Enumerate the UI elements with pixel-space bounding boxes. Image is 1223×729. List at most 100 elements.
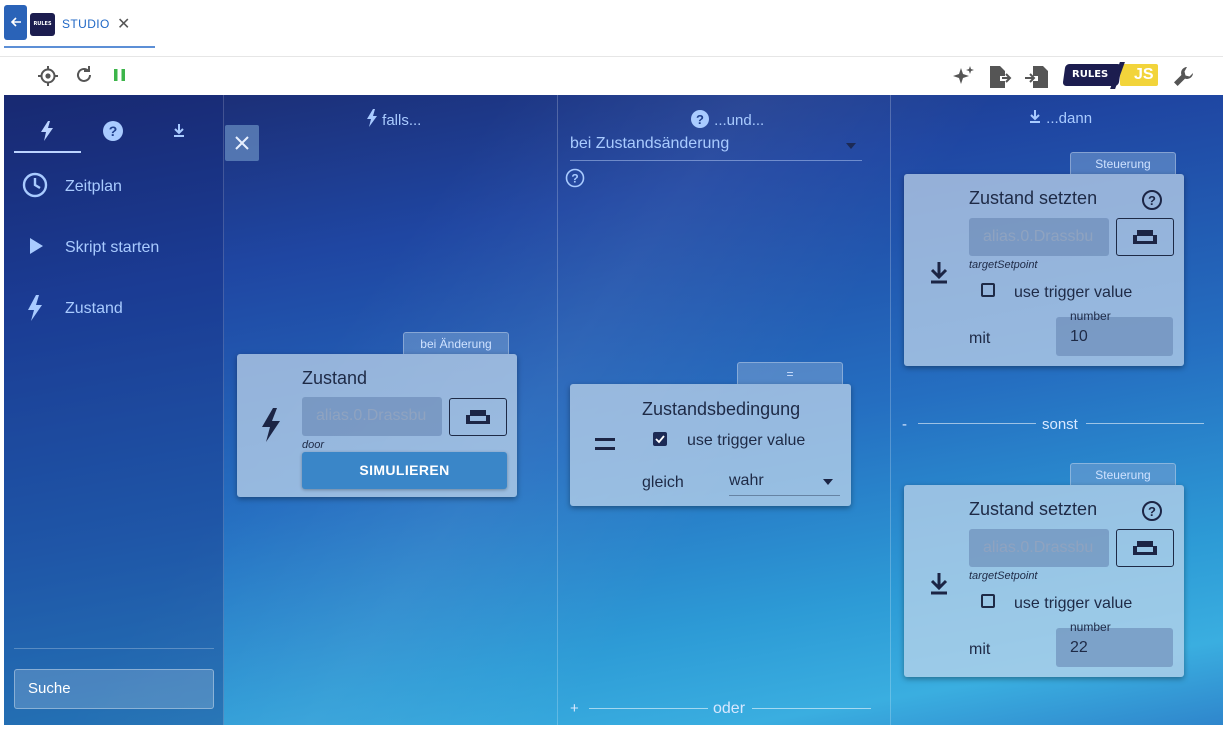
object-caption: targetSetpoint [969, 570, 1038, 582]
crosshair-icon[interactable] [37, 65, 59, 87]
lightning-icon [41, 121, 53, 141]
column-header-falls: falls... [366, 109, 421, 129]
rule-editor: ? Zeitplan Skript starten Zustand Suche … [4, 95, 1223, 725]
with-label: mit [969, 641, 991, 658]
object-id-input[interactable]: alias.0.Drassbu [969, 218, 1109, 256]
action-category-badge[interactable]: Steuerung [1070, 152, 1176, 174]
number-caption: number [1070, 309, 1111, 323]
back-button[interactable] [4, 5, 27, 40]
object-id-input[interactable]: alias.0.Drassbu [969, 529, 1109, 567]
svg-text:?: ? [696, 112, 704, 127]
rules-js-logo: RULES JS [1060, 62, 1160, 89]
condition-card: Zustandsbedingung use trigger value glei… [570, 384, 851, 506]
trigger-select-value: bei Zustandsänderung [570, 135, 730, 152]
card-title: Zustandsbedingung [642, 399, 801, 419]
card-title: Zustand setzten [969, 188, 1098, 208]
sparkle-icon[interactable] [952, 65, 976, 87]
lightning-icon [28, 295, 42, 321]
download-arrow-icon [930, 262, 948, 284]
clock-icon [22, 172, 48, 198]
sidebar-item-label: Zeitplan [65, 178, 122, 195]
block-palette-sidebar: ? Zeitplan Skript starten Zustand Suche [4, 95, 224, 725]
search-input[interactable]: Suche [14, 669, 214, 709]
column-header-label: ...dann [1046, 110, 1093, 127]
select-object-button[interactable] [1116, 218, 1174, 256]
refresh-icon[interactable] [74, 65, 94, 85]
compare-label: gleich [642, 474, 684, 491]
compare-value-select[interactable]: wahr [729, 464, 840, 496]
sidebar-divider [14, 648, 214, 649]
rules-logo-text: RULES [1072, 69, 1109, 80]
js-logo-text: JS [1134, 66, 1154, 83]
with-label: mit [969, 330, 991, 347]
use-trigger-checkbox[interactable] [653, 432, 667, 446]
sidebar-item-zeitplan[interactable]: Zeitplan [22, 172, 212, 202]
trigger-card-zustand: Zustand alias.0.Drassbu door SIMULIEREN [237, 354, 517, 497]
sidebar-item-skript-starten[interactable]: Skript starten [22, 233, 212, 263]
tab-actions[interactable] [146, 117, 212, 153]
tab-studio[interactable]: STUDIO [62, 17, 110, 31]
sofa-icon [466, 410, 490, 424]
object-caption: targetSetpoint [969, 259, 1038, 271]
column-header-dann: ...dann [1028, 109, 1092, 127]
pause-icon[interactable] [113, 65, 127, 85]
select-object-button[interactable] [449, 398, 507, 436]
select-object-button[interactable] [1116, 529, 1174, 567]
chevron-down-icon [846, 143, 856, 149]
tab-triggers[interactable] [14, 117, 80, 153]
card-title: Zustand setzten [969, 499, 1098, 519]
svg-text:?: ? [109, 123, 118, 139]
arrow-left-icon [10, 17, 21, 27]
export-icon[interactable] [988, 65, 1014, 89]
download-arrow-icon [930, 573, 948, 595]
sidebar-item-label: Skript starten [65, 239, 160, 256]
column-header-label: falls... [382, 112, 422, 129]
action-category-badge[interactable]: Steuerung [1070, 463, 1176, 485]
sidebar-item-label: Zustand [65, 300, 123, 317]
action-card-set-state: Zustand setzten ? alias.0.Drassbu target… [904, 485, 1184, 677]
trigger-select[interactable]: bei Zustandsänderung [570, 131, 862, 161]
help-outline-icon[interactable]: ? [1141, 189, 1163, 211]
active-side-tab-indicator [14, 151, 81, 153]
object-id-input[interactable]: alias.0.Drassbu [302, 397, 442, 436]
download-arrow-icon [174, 124, 184, 137]
tab-conditions[interactable]: ? [80, 117, 146, 153]
download-arrow-icon [1030, 110, 1040, 123]
active-tab-indicator [4, 46, 155, 48]
else-label: sonst [1042, 416, 1078, 433]
tab-close-button[interactable]: ✕ [117, 14, 130, 34]
remove-else-button[interactable]: - [902, 416, 907, 433]
import-icon[interactable] [1024, 65, 1050, 89]
use-trigger-checkbox[interactable] [981, 283, 995, 297]
svg-text:?: ? [1148, 193, 1156, 208]
help-circle-icon: ? [103, 121, 123, 141]
or-divider-line [589, 708, 708, 709]
add-or-button[interactable]: + [570, 700, 579, 717]
close-palette-button[interactable] [225, 125, 259, 161]
help-circle-icon: ? [691, 110, 709, 128]
sofa-icon [1133, 541, 1157, 555]
card-title: Zustand [302, 368, 368, 388]
object-caption: door [302, 439, 325, 451]
help-outline-icon[interactable]: ? [565, 168, 585, 188]
column-header-und: ? ...und... [690, 109, 764, 129]
wrench-icon[interactable] [1172, 65, 1196, 89]
equals-icon [595, 438, 615, 450]
chevron-down-icon [823, 479, 833, 485]
sofa-icon [1133, 230, 1157, 244]
use-trigger-label: use trigger value [1014, 595, 1133, 612]
condition-operator-badge[interactable]: = [737, 362, 843, 384]
rules-logo-icon: RULES [30, 13, 55, 36]
svg-text:?: ? [1148, 504, 1156, 519]
use-trigger-checkbox[interactable] [981, 594, 995, 608]
compare-value: wahr [729, 472, 764, 489]
else-divider-line [918, 423, 1036, 424]
trigger-mode-badge[interactable]: bei Änderung [403, 332, 509, 354]
svg-text:?: ? [571, 172, 578, 186]
simulate-button[interactable]: SIMULIEREN [302, 452, 507, 489]
number-caption: number [1070, 620, 1111, 634]
help-outline-icon[interactable]: ? [1141, 500, 1163, 522]
column-divider [557, 95, 558, 725]
else-divider-line [1086, 423, 1204, 424]
sidebar-item-zustand[interactable]: Zustand [22, 294, 212, 324]
